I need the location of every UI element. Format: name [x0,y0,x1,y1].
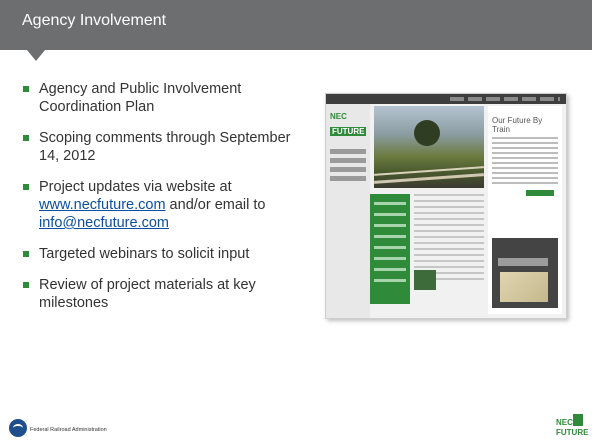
dot-logo-icon [9,419,27,437]
website-logo-bottom: FUTURE [330,127,367,136]
bullet-text: Review of project materials at key miles… [39,277,256,311]
slide-header: Agency Involvement [0,0,592,50]
website-map-thumb [492,238,558,308]
nec-future-logo: NEC FUTURE [556,414,589,440]
website-nav [450,97,560,101]
website-top-bar [326,94,566,104]
bullet-marker [23,86,29,92]
bullet-item: Review of project materials at key miles… [22,276,314,312]
footer-agency: Federal Railroad Administration [30,427,107,433]
website-hero-image [374,106,484,188]
bullet-item: Agency and Public Involvement Coordinati… [22,80,314,116]
bullet-item: Scoping comments through September 14, 2… [22,129,314,165]
website-button [526,190,554,196]
website-green-panel [370,194,410,304]
bullet-marker [23,135,29,141]
website-news-thumb [414,270,436,290]
bullet-text: Project updates via website at [39,179,232,195]
bullet-marker [23,184,29,190]
bullet-item: Targeted webinars to solicit input [22,245,314,263]
bullet-marker [23,282,29,288]
bullet-text: Agency and Public Involvement Coordinati… [39,81,242,115]
bullet-text: Scoping comments through September 14, 2… [39,130,291,164]
website-side-heading: Our Future By Train [492,116,543,134]
bullet-text: and/or email to [165,197,266,213]
corner-logo-top: NEC [556,418,573,427]
slide-title: Agency Involvement [22,12,167,29]
train-icon [573,414,583,426]
email-link[interactable]: info@necfuture.com [39,215,169,231]
website-side-panel: Our Future By Train [488,106,562,314]
bullet-list: Agency and Public Involvement Coordinati… [22,80,314,325]
hero-rail [374,173,484,184]
hero-tree [414,120,440,146]
website-screenshot: NEC FUTURE Our Future By Train [325,93,567,319]
bullet-text: Targeted webinars to solicit input [39,246,250,262]
header-notch [27,50,45,61]
website-logo-top: NEC [330,112,347,121]
website-logo: NEC FUTURE [330,112,367,139]
bullet-item: Project updates via website at www.necfu… [22,178,314,232]
website-link[interactable]: www.necfuture.com [39,197,166,213]
bullet-marker [23,251,29,257]
website-menu [330,149,366,185]
corner-logo-bottom: FUTURE [556,428,589,437]
